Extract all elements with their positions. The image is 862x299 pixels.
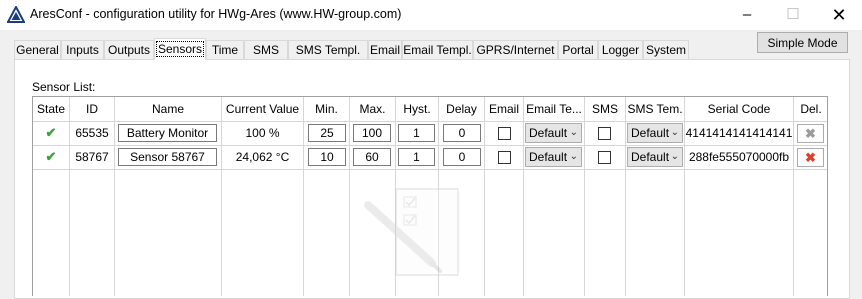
sms-template-select[interactable]: Default ⌄	[627, 147, 683, 167]
title-bar: AresConf - configuration utility for HWg…	[0, 0, 862, 30]
max-input[interactable]: 60	[353, 148, 391, 166]
header-id[interactable]: ID	[70, 97, 114, 121]
email-checkbox[interactable]	[498, 127, 511, 140]
column-divider	[484, 97, 485, 296]
app-logo-icon	[7, 6, 25, 23]
notepad-pen-watermark-icon	[364, 188, 459, 276]
header-sms-template[interactable]: SMS Tem.	[626, 97, 684, 121]
sensor-list-label: Sensor List:	[32, 80, 96, 94]
tab-email[interactable]: Email	[368, 40, 402, 59]
delete-button[interactable]: ✖	[797, 124, 824, 143]
header-state[interactable]: State	[33, 97, 69, 121]
sms-template-value: Default	[631, 126, 670, 140]
chevron-down-icon: ⌄	[670, 127, 679, 138]
tab-time[interactable]: Time	[206, 40, 244, 59]
tab-portal[interactable]: Portal	[558, 40, 598, 59]
header-sms[interactable]: SMS	[585, 97, 625, 121]
min-input[interactable]: 25	[308, 124, 346, 142]
sensor-id: 58767	[75, 150, 109, 164]
sensor-current-value: 24,062 °C	[235, 150, 290, 164]
hyst-input[interactable]: 1	[398, 124, 435, 142]
column-divider	[625, 97, 626, 296]
chevron-down-icon: ⌄	[569, 127, 578, 138]
tab-general[interactable]: General	[14, 40, 61, 59]
column-divider	[303, 97, 304, 296]
minimize-button[interactable]: –	[724, 0, 770, 30]
delay-input[interactable]: 0	[443, 148, 481, 166]
sensor-name-input[interactable]: Battery Monitor	[118, 124, 217, 142]
delay-input[interactable]: 0	[443, 124, 481, 142]
header-hyst[interactable]: Hyst.	[396, 97, 438, 121]
chevron-down-icon: ⌄	[569, 151, 578, 162]
serial-code: 288fe555070000fb	[688, 150, 790, 164]
serial-code: 4141414141414141	[685, 126, 793, 140]
delete-icon: ✖	[805, 150, 816, 165]
min-input[interactable]: 10	[308, 148, 346, 166]
max-input[interactable]: 100	[353, 124, 391, 142]
email-template-select[interactable]: Default ⌄	[525, 147, 582, 167]
tab-sms[interactable]: SMS	[244, 40, 288, 59]
tab-sms-templ[interactable]: SMS Templ.	[288, 40, 368, 59]
window-title: AresConf - configuration utility for HWg…	[30, 7, 402, 21]
tab-system[interactable]: System	[643, 40, 689, 59]
column-divider	[349, 97, 350, 296]
simple-mode-button[interactable]: Simple Mode	[757, 32, 848, 53]
tab-email-templ[interactable]: Email Templ.	[402, 40, 473, 59]
header-delete[interactable]: Del.	[794, 97, 828, 121]
maximize-button[interactable]: ☐	[770, 0, 816, 30]
column-divider	[584, 97, 585, 296]
sensor-id: 65535	[75, 126, 109, 140]
delete-icon: ✖	[805, 126, 816, 141]
check-icon: ✔	[45, 125, 57, 140]
email-template-value: Default	[529, 150, 568, 164]
header-delay[interactable]: Delay	[439, 97, 484, 121]
hyst-input[interactable]: 1	[398, 148, 435, 166]
email-template-select[interactable]: Default ⌄	[525, 123, 582, 143]
chevron-down-icon: ⌄	[670, 151, 679, 162]
sensor-name-input[interactable]: Sensor 58767	[118, 148, 217, 166]
sms-template-value: Default	[631, 150, 670, 164]
column-divider	[114, 97, 115, 296]
sms-checkbox[interactable]	[598, 127, 611, 140]
column-divider	[523, 97, 524, 296]
column-divider	[793, 97, 794, 296]
email-template-value: Default	[529, 126, 568, 140]
delete-button[interactable]: ✖	[797, 148, 824, 167]
header-name[interactable]: Name	[115, 97, 221, 121]
header-email[interactable]: Email	[485, 97, 523, 121]
tab-gprs-internet[interactable]: GPRS/Internet	[473, 40, 558, 59]
sms-template-select[interactable]: Default ⌄	[627, 123, 683, 143]
header-email-template[interactable]: Email Te...	[524, 97, 584, 121]
tab-inputs[interactable]: Inputs	[61, 40, 104, 59]
email-checkbox[interactable]	[498, 151, 511, 164]
row-divider	[33, 169, 827, 170]
tab-logger[interactable]: Logger	[598, 40, 643, 59]
check-icon: ✔	[45, 149, 57, 164]
header-current-value[interactable]: Current Value	[222, 97, 303, 121]
close-button[interactable]: ✕	[816, 0, 862, 30]
header-min[interactable]: Min.	[304, 97, 349, 121]
tab-sensors[interactable]: Sensors	[154, 38, 206, 60]
tab-outputs[interactable]: Outputs	[104, 40, 154, 59]
header-serial-code[interactable]: Serial Code	[685, 97, 793, 121]
header-max[interactable]: Max.	[350, 97, 395, 121]
tab-sensors-label: Sensors	[155, 41, 205, 57]
sms-checkbox[interactable]	[598, 151, 611, 164]
sensor-current-value: 100 %	[245, 126, 280, 140]
